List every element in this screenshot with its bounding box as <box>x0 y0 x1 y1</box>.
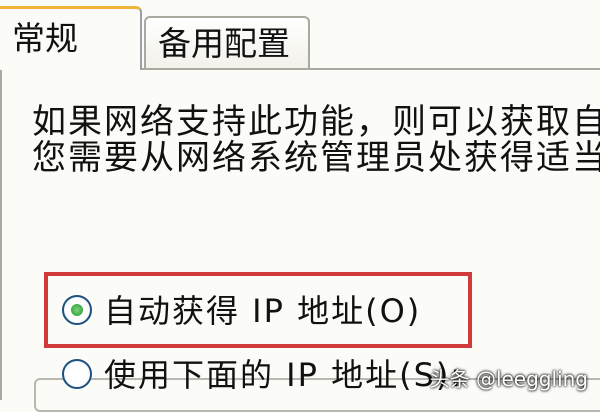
tab-panel-left-border <box>0 68 2 400</box>
description-line-2: 您需要从网络系统管理员处获得适当 <box>32 138 600 178</box>
tab-strip: 备用配置 常规 <box>0 0 600 70</box>
radio-checked-icon[interactable] <box>62 295 92 325</box>
radio-manual-ip[interactable]: 使用下面的 IP 地址(S): <box>62 352 463 398</box>
description-text: 如果网络支持此功能，则可以获取自 您需要从网络系统管理员处获得适当 <box>32 104 600 176</box>
radio-manual-ip-label: 使用下面的 IP 地址(S): <box>104 356 464 394</box>
description-line-1: 如果网络支持此功能，则可以获取自 <box>32 102 600 142</box>
tab-alternate-config[interactable]: 备用配置 <box>144 16 310 68</box>
radio-auto-ip[interactable]: 自动获得 IP 地址(O) <box>62 288 421 334</box>
radio-auto-ip-label: 自动获得 IP 地址(O) <box>104 292 422 330</box>
tab-alternate-config-label: 备用配置 <box>158 24 290 63</box>
tab-general-label: 常规 <box>12 19 78 58</box>
tab-general[interactable]: 常规 <box>0 6 142 70</box>
watermark: 头条 @leeggling <box>429 367 588 391</box>
radio-unchecked-icon[interactable] <box>62 359 92 389</box>
